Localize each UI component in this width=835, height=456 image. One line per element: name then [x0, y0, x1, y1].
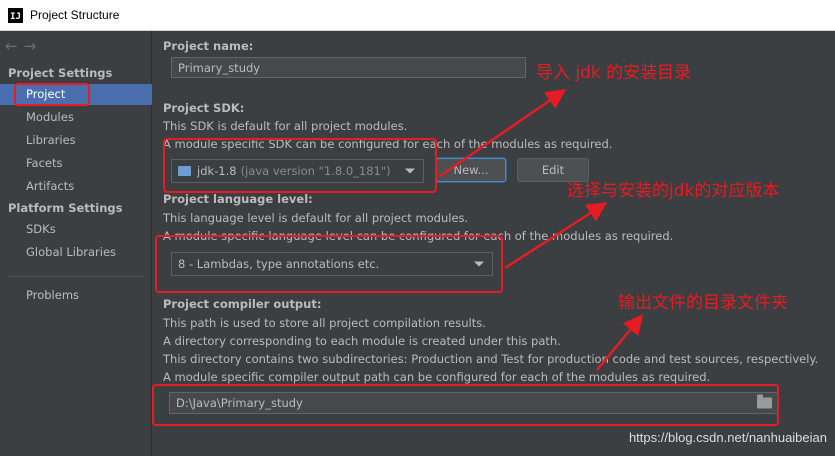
title-bar: IJ Project Structure — [0, 0, 835, 31]
highlight-project-item — [14, 83, 90, 106]
annotation-jdk-version: 选择与安装的jdk的对应版本 — [567, 181, 780, 201]
compiler-output-label: Project compiler output: — [163, 297, 322, 311]
new-sdk-button[interactable]: New... — [436, 158, 506, 182]
sidebar-item-facets[interactable]: Facets — [0, 153, 152, 174]
sidebar-item-problems[interactable]: Problems — [0, 285, 152, 306]
highlight-compiler-output — [152, 384, 779, 426]
project-name-value: Primary_study — [178, 60, 261, 75]
project-name-input[interactable]: Primary_study — [171, 57, 526, 78]
compiler-output-desc-1: This path is used to store all project c… — [163, 316, 486, 330]
intellij-logo-icon: IJ — [8, 7, 23, 23]
language-level-label: Project language level: — [163, 192, 313, 206]
compiler-output-desc-2: A directory corresponding to each module… — [163, 334, 561, 348]
sidebar-item-global-libraries[interactable]: Global Libraries — [0, 242, 152, 263]
window-title: Project Structure — [30, 8, 120, 22]
section-platform-settings: Platform Settings — [8, 201, 123, 215]
highlight-language-level — [155, 235, 503, 293]
project-sdk-label: Project SDK: — [163, 101, 245, 115]
annotation-output-dir: 输出文件的目录文件夹 — [618, 293, 788, 313]
project-name-label: Project name: — [163, 39, 254, 53]
sidebar-divider — [8, 276, 144, 277]
language-level-desc-1: This language level is default for all p… — [163, 211, 469, 225]
highlight-sdk-select — [163, 138, 437, 193]
watermark: https://blog.csdn.net/nanhuaibeian — [628, 430, 827, 445]
annotation-jdk-install-dir: 导入 jdk 的安装目录 — [536, 63, 692, 83]
sidebar-item-sdks[interactable]: SDKs — [0, 219, 152, 240]
sidebar-item-artifacts[interactable]: Artifacts — [0, 176, 152, 197]
compiler-output-desc-3: This directory contains two subdirectori… — [163, 352, 819, 366]
forward-arrow-icon[interactable]: → — [24, 37, 37, 55]
back-arrow-icon[interactable]: ← — [5, 37, 18, 55]
nav-arrows: ← → — [5, 37, 36, 55]
sidebar-item-modules[interactable]: Modules — [0, 107, 152, 128]
compiler-output-desc-4: A module specific compiler output path c… — [163, 370, 711, 384]
section-project-settings: Project Settings — [8, 66, 113, 80]
project-sdk-desc-1: This SDK is default for all project modu… — [163, 119, 408, 133]
sidebar-item-libraries[interactable]: Libraries — [0, 130, 152, 151]
